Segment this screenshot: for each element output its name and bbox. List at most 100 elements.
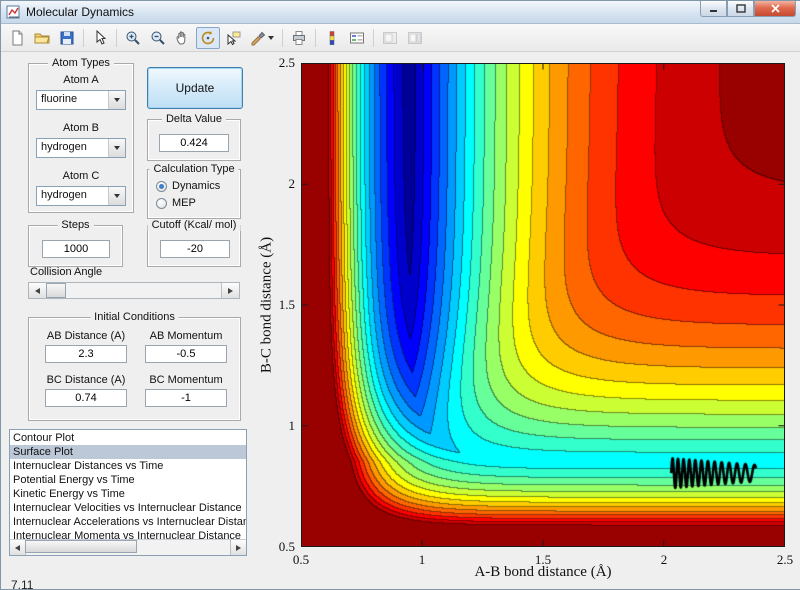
pan-hand-icon xyxy=(176,30,186,44)
rotate-3d-button[interactable] xyxy=(196,26,220,49)
insert-legend-button[interactable] xyxy=(345,27,369,49)
y-tick-label: 2.5 xyxy=(278,55,295,70)
ab-momentum-label: AB Momentum xyxy=(149,330,223,342)
y-tick-label: 2 xyxy=(288,176,296,191)
delta-value-panel: Delta Value xyxy=(147,113,241,161)
chevron-down-icon[interactable] xyxy=(108,187,125,205)
dynamics-radio-row: Dynamics xyxy=(156,180,220,192)
slider-right-arrow-button[interactable] xyxy=(221,283,239,298)
left-arrow-icon xyxy=(35,287,40,294)
minimize-icon xyxy=(709,10,717,12)
toolbar-separator xyxy=(282,28,283,47)
edit-plot-button[interactable] xyxy=(88,27,112,49)
minimize-button[interactable] xyxy=(700,1,727,17)
mep-radio-button[interactable] xyxy=(156,197,167,209)
cutoff-panel: Cutoff (Kcal/ mol) xyxy=(147,219,241,267)
plot-type-list: Contour Plot Surface Plot Internuclear Dis… xyxy=(10,431,246,541)
edit-plot-arrow-icon xyxy=(96,29,107,45)
toolbar xyxy=(1,24,800,52)
hide-plot-tools-button[interactable] xyxy=(378,27,402,49)
new-figure-button[interactable] xyxy=(5,27,29,49)
atom-c-dropdown-value: hydrogen xyxy=(41,189,87,201)
list-item[interactable]: Potential Energy vs Time xyxy=(10,473,246,487)
collision-angle-slider[interactable] xyxy=(28,282,240,299)
list-item[interactable]: Kinetic Energy vs Time xyxy=(10,487,246,501)
hscroll-right-arrow-button[interactable] xyxy=(230,540,246,555)
rotate-3d-icon xyxy=(201,30,215,44)
atom-b-dropdown-value: hydrogen xyxy=(41,141,87,153)
data-cursor-button[interactable] xyxy=(221,27,245,49)
plot-type-listbox[interactable]: Contour Plot Surface Plot Internuclear Dis… xyxy=(9,429,247,556)
open-file-button[interactable] xyxy=(30,27,54,49)
steps-panel: Steps xyxy=(28,219,123,267)
list-item[interactable]: Surface Plot xyxy=(10,445,246,459)
data-cursor-icon xyxy=(227,31,241,45)
bc-momentum-label: BC Momentum xyxy=(149,374,223,386)
atom-a-label: Atom A xyxy=(63,74,99,86)
title-bar[interactable]: Molecular Dynamics xyxy=(1,1,800,24)
cutoff-panel-title: Cutoff (Kcal/ mol) xyxy=(147,219,241,231)
app-window: Molecular Dynamics Atom Types Atom A fluo… xyxy=(0,0,800,590)
cutoff-field[interactable] xyxy=(160,240,230,258)
list-item[interactable]: Internuclear Accelerations vs Internucle… xyxy=(10,515,246,529)
listbox-horizontal-scrollbar[interactable] xyxy=(10,539,246,555)
list-item[interactable]: Internuclear Velocities vs Internuclear … xyxy=(10,501,246,515)
bc-distance-field[interactable] xyxy=(45,389,127,407)
y-tick-label: 1.5 xyxy=(278,297,295,312)
insert-colorbar-button[interactable] xyxy=(320,27,344,49)
ab-momentum-field[interactable] xyxy=(145,345,227,363)
atom-b-label: Atom B xyxy=(62,122,100,134)
window-buttons xyxy=(700,1,796,18)
close-icon xyxy=(770,4,780,13)
steps-field[interactable] xyxy=(42,240,110,258)
atom-a-dropdown[interactable]: fluorine xyxy=(36,90,126,110)
ab-distance-field[interactable] xyxy=(45,345,127,363)
mep-radio-row: MEP xyxy=(156,197,196,209)
dynamics-radio-button[interactable] xyxy=(156,180,167,192)
chevron-down-icon[interactable] xyxy=(108,139,125,157)
hide-plot-tools-icon xyxy=(383,31,397,44)
show-plot-tools-button[interactable] xyxy=(403,27,427,49)
zoom-out-button[interactable] xyxy=(146,27,170,49)
calculation-type-panel-title: Calculation Type xyxy=(149,163,239,175)
dynamics-radio-label[interactable]: Dynamics xyxy=(172,180,220,192)
initial-conditions-panel-title: Initial Conditions xyxy=(90,311,179,323)
update-button[interactable]: Update xyxy=(147,67,243,109)
brush-dropdown-arrow-icon[interactable] xyxy=(268,35,274,40)
hscroll-left-arrow-button[interactable] xyxy=(10,540,26,555)
slider-left-arrow-button[interactable] xyxy=(29,283,47,298)
maximize-button[interactable] xyxy=(727,1,754,17)
atom-c-label: Atom C xyxy=(62,170,100,182)
ab-distance-label: AB Distance (A) xyxy=(46,330,126,342)
brush-button[interactable] xyxy=(246,27,278,49)
left-arrow-icon xyxy=(15,544,20,551)
app-icon xyxy=(6,5,20,19)
colorbar-icon xyxy=(329,30,335,45)
zoom-in-button[interactable] xyxy=(121,27,145,49)
mep-radio-label[interactable]: MEP xyxy=(172,197,196,209)
bc-distance-label: BC Distance (A) xyxy=(46,374,126,386)
maximize-icon xyxy=(735,4,746,13)
atom-b-dropdown[interactable]: hydrogen xyxy=(36,138,126,158)
save-figure-button[interactable] xyxy=(55,27,79,49)
slider-thumb[interactable] xyxy=(46,283,66,298)
status-text: 7.11 xyxy=(11,578,34,590)
x-tick-label: 2 xyxy=(660,552,668,567)
print-button[interactable] xyxy=(287,27,311,49)
y-tick-label: 0.5 xyxy=(278,539,295,554)
toolbar-separator xyxy=(373,28,374,47)
delta-value-field[interactable] xyxy=(159,134,229,152)
toolbar-separator xyxy=(83,28,84,47)
list-item[interactable]: Internuclear Distances vs Time xyxy=(10,459,246,473)
close-button[interactable] xyxy=(754,1,796,17)
pan-button[interactable] xyxy=(171,27,195,49)
delta-value-panel-title: Delta Value xyxy=(161,113,227,125)
list-item[interactable]: Contour Plot xyxy=(10,431,246,445)
chevron-down-icon[interactable] xyxy=(108,91,125,109)
atom-c-dropdown[interactable]: hydrogen xyxy=(36,186,126,206)
bc-momentum-field[interactable] xyxy=(145,389,227,407)
zoom-out-icon xyxy=(151,31,165,45)
right-arrow-icon xyxy=(236,544,241,551)
contour-plot-canvas[interactable] xyxy=(301,63,785,547)
hscroll-thumb[interactable] xyxy=(25,540,137,553)
